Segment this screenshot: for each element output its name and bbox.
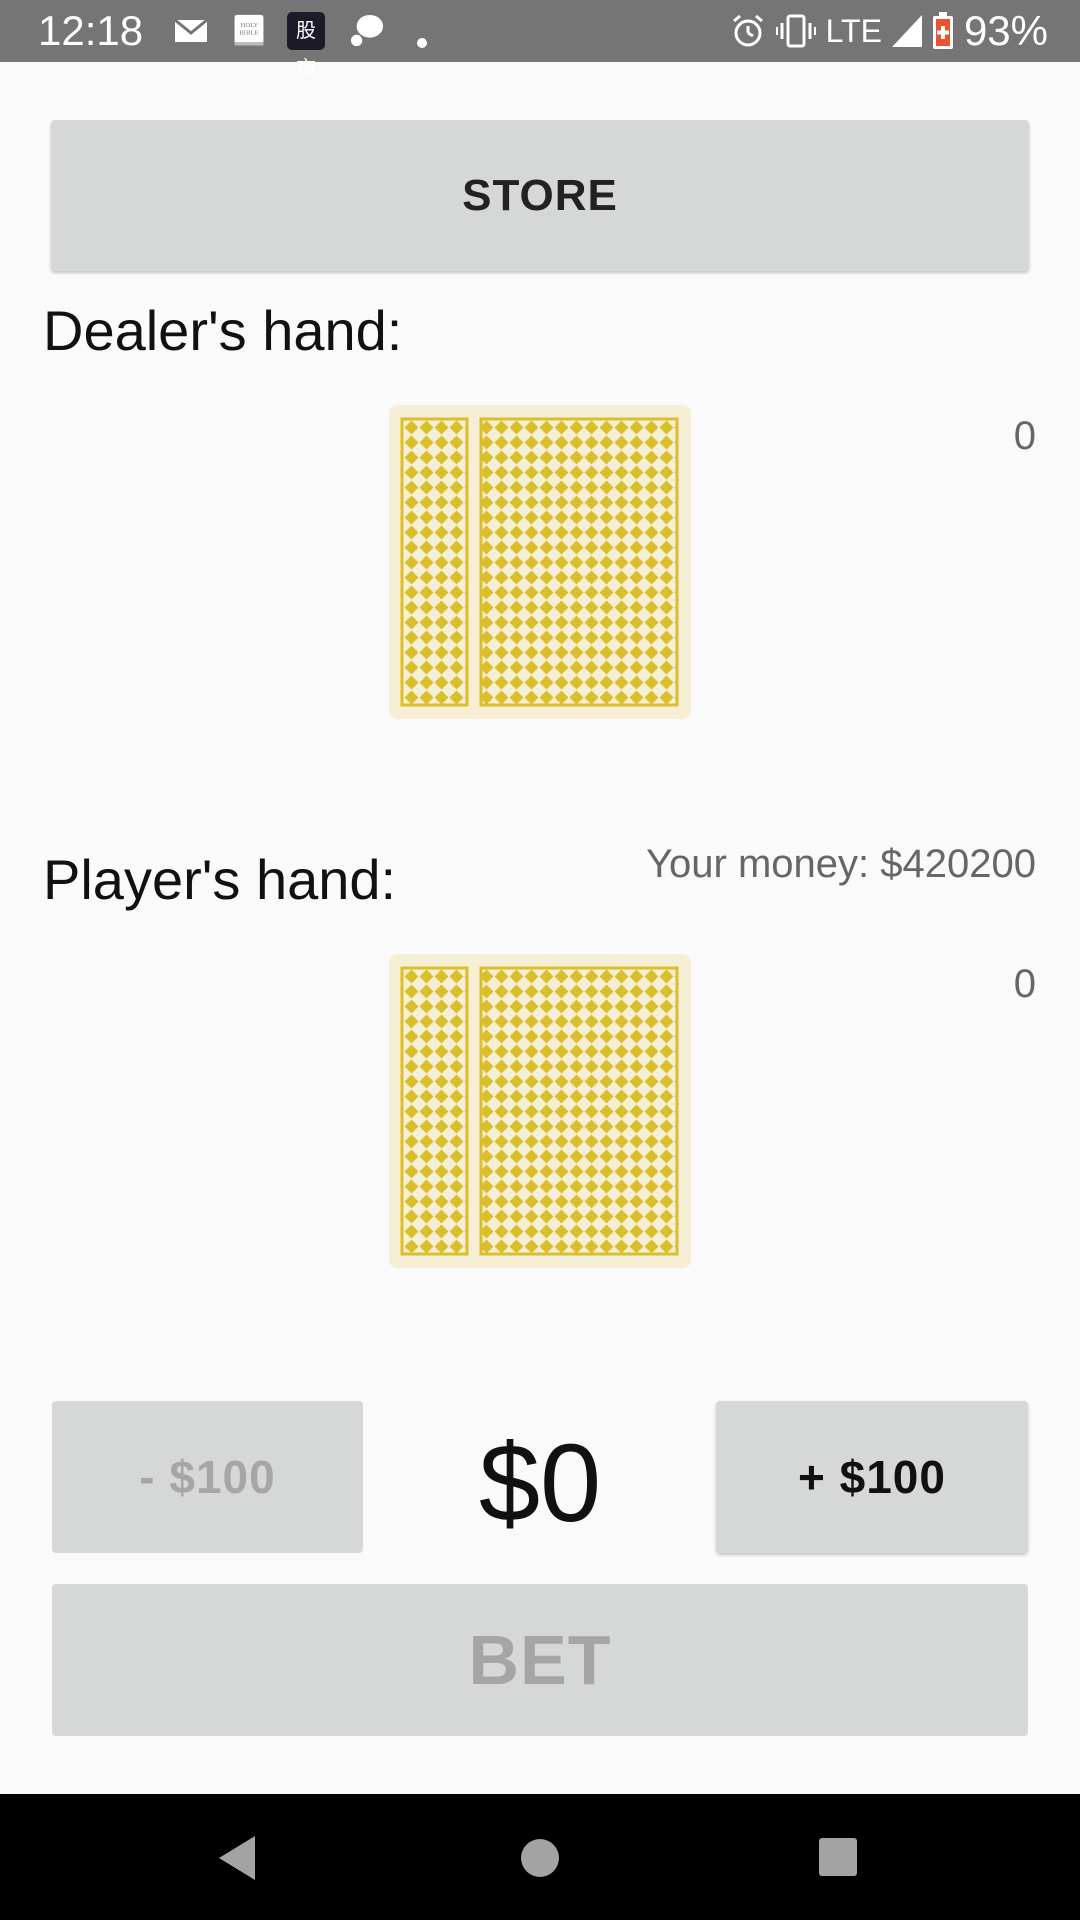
- stocks-icon: 股市: [287, 12, 325, 80]
- player-money: Your money: $420200: [646, 842, 1036, 886]
- bible-icon: HOLY BIBLE: [234, 14, 264, 46]
- player-card: [389, 954, 691, 1268]
- decrease-bet-button[interactable]: - $100: [52, 1401, 363, 1553]
- battery-percent: 93%: [963, 7, 1048, 54]
- player-hand-label: Player's hand:: [43, 848, 397, 911]
- bet-button[interactable]: BET: [52, 1584, 1028, 1736]
- dealer-hand-label: Dealer's hand:: [43, 299, 403, 362]
- increase-bet-button[interactable]: + $100: [716, 1401, 1028, 1553]
- home-icon[interactable]: [518, 1836, 562, 1880]
- navigation-bar: [0, 1794, 1080, 1920]
- dot-icon: [417, 38, 427, 48]
- stocks-icon-label: 股市: [296, 20, 316, 80]
- signal-icon: [891, 15, 922, 47]
- bet-amount: $0: [478, 1422, 602, 1545]
- battery-icon: [932, 12, 953, 49]
- svg-text:HOLY: HOLY: [240, 22, 258, 29]
- status-bar: 12:18 HOLY BIBLE 股市 LTE 93%: [0, 0, 1080, 80]
- recents-icon[interactable]: [817, 1836, 859, 1878]
- status-time: 12:18: [38, 7, 144, 54]
- status-right: LTE 93%: [730, 7, 1048, 54]
- alarm-icon: [732, 14, 763, 47]
- card-back-pattern: [400, 966, 679, 1256]
- mail-icon: [174, 18, 208, 42]
- svg-text:BIBLE: BIBLE: [239, 29, 258, 36]
- vibrate-icon: [775, 14, 816, 48]
- dealer-score: 0: [1013, 414, 1036, 458]
- dealer-card: [389, 405, 691, 719]
- chat-icon: [350, 14, 384, 47]
- card-back-pattern: [400, 417, 679, 707]
- network-type: LTE: [825, 12, 882, 49]
- store-button[interactable]: STORE: [51, 120, 1029, 271]
- back-icon[interactable]: [215, 1834, 259, 1882]
- player-score: 0: [1013, 962, 1036, 1006]
